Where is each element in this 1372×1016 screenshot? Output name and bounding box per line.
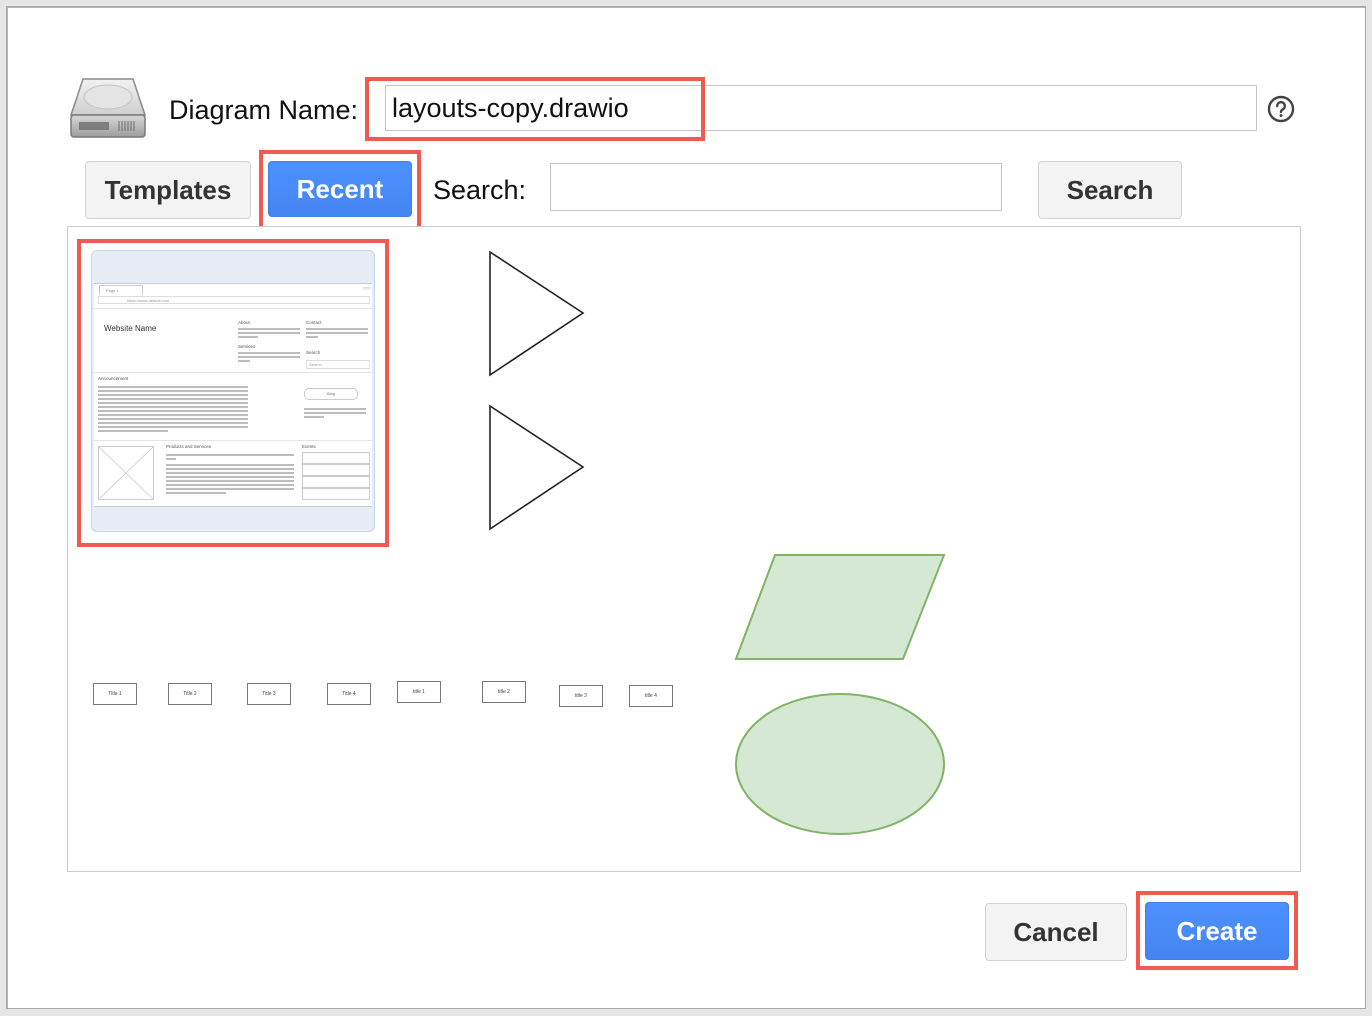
mock-event-item: [302, 464, 370, 476]
recent-diagram-title-box[interactable]: Title 3: [247, 683, 291, 705]
recent-diagram-title-box[interactable]: Title 2: [168, 683, 212, 705]
mock-text-line: [304, 408, 366, 410]
mock-event-item: [302, 476, 370, 488]
mock-url-bar: https://www.default.com: [98, 296, 370, 304]
mock-search-heading: Search: [306, 350, 321, 355]
mock-blog-button: Blog: [304, 388, 358, 400]
mock-text-line: [166, 488, 294, 490]
mock-services-heading: Services: [238, 344, 256, 349]
search-button[interactable]: Search: [1038, 161, 1182, 219]
mock-text-line: [98, 430, 168, 432]
mock-image-placeholder: [98, 446, 154, 500]
mock-text-line: [166, 454, 294, 456]
mock-text-line: [304, 416, 324, 418]
mock-text-line: [98, 426, 248, 428]
cancel-button[interactable]: Cancel: [985, 903, 1127, 961]
recent-diagram-title-box[interactable]: title 4: [629, 685, 673, 707]
mock-text-line: [166, 458, 176, 460]
mock-text-line: [238, 352, 300, 354]
mock-search-box: Search: [306, 360, 370, 369]
recent-tab-button[interactable]: Recent: [268, 161, 412, 217]
recent-diagram-thumbnail-website[interactable]: Page 1 ○○○ https://www.default.com Websi…: [91, 250, 375, 532]
mock-text-line: [166, 464, 294, 466]
create-button[interactable]: Create: [1145, 902, 1289, 960]
mock-products-heading: Products and Services: [166, 444, 212, 449]
mock-text-line: [98, 394, 248, 396]
new-diagram-dialog: Diagram Name: Templates Recent Search: S…: [6, 6, 1366, 1009]
mock-contact-heading: Contact: [306, 320, 322, 325]
recent-diagram-ellipse[interactable]: [733, 691, 947, 837]
mock-site-title: Website Name: [104, 324, 157, 333]
mock-text-line: [306, 332, 368, 334]
mock-text-line: [98, 406, 248, 408]
mock-divider: [94, 440, 372, 441]
mock-text-line: [238, 336, 258, 338]
templates-tab-button[interactable]: Templates: [85, 161, 251, 219]
mock-divider: [94, 308, 372, 309]
mock-text-line: [238, 328, 300, 330]
recent-diagram-triangle-1[interactable]: [487, 249, 587, 379]
recent-diagram-title-box[interactable]: title 2: [482, 681, 526, 703]
website-mockup-preview: Page 1 ○○○ https://www.default.com Websi…: [94, 283, 372, 507]
help-circle-icon[interactable]: [1267, 95, 1295, 123]
mock-text-line: [306, 328, 368, 330]
mock-text-line: [98, 410, 248, 412]
mock-text-line: [98, 402, 248, 404]
mock-text-line: [166, 476, 294, 478]
mock-announcement-heading: Announcement: [98, 376, 129, 381]
mock-text-line: [98, 398, 248, 400]
mock-text-line: [238, 332, 300, 334]
recent-diagram-title-box[interactable]: Title 4: [327, 683, 371, 705]
recent-diagram-title-box[interactable]: Title 1: [93, 683, 137, 705]
mock-text-line: [166, 484, 294, 486]
recent-diagram-triangle-2[interactable]: [487, 403, 587, 533]
mock-event-item: [302, 488, 370, 500]
recent-diagram-title-box[interactable]: title 1: [397, 681, 441, 703]
recent-diagram-parallelogram[interactable]: [733, 553, 947, 663]
search-label: Search:: [433, 175, 527, 205]
image-placeholder-icon: [98, 446, 154, 500]
mock-text-line: [166, 468, 294, 470]
mock-text-line: [98, 418, 248, 420]
mock-text-line: [306, 336, 318, 338]
mock-text-line: [238, 360, 250, 362]
mock-text-line: [166, 492, 226, 494]
recent-diagram-title-box[interactable]: title 3: [559, 685, 603, 707]
mock-text-line: [98, 414, 248, 416]
mock-text-line: [166, 472, 294, 474]
mock-text-line: [98, 390, 248, 392]
mock-text-line: [238, 356, 300, 358]
mock-about-heading: About: [238, 320, 250, 325]
search-input[interactable]: [550, 163, 1002, 211]
mock-browser-tab: Page 1: [99, 285, 143, 295]
diagram-name-label: Diagram Name:: [169, 95, 359, 125]
mock-text-line: [166, 480, 294, 482]
mock-events-heading: Events: [302, 444, 316, 449]
hard-disk-icon: [69, 78, 147, 138]
diagram-name-input[interactable]: [385, 85, 1257, 131]
mock-event-item: [302, 452, 370, 464]
mock-window-controls: ○○○: [362, 286, 371, 292]
mock-text-line: [98, 422, 248, 424]
mock-divider: [94, 372, 372, 373]
mock-text-line: [304, 412, 366, 414]
mock-text-line: [98, 386, 248, 388]
